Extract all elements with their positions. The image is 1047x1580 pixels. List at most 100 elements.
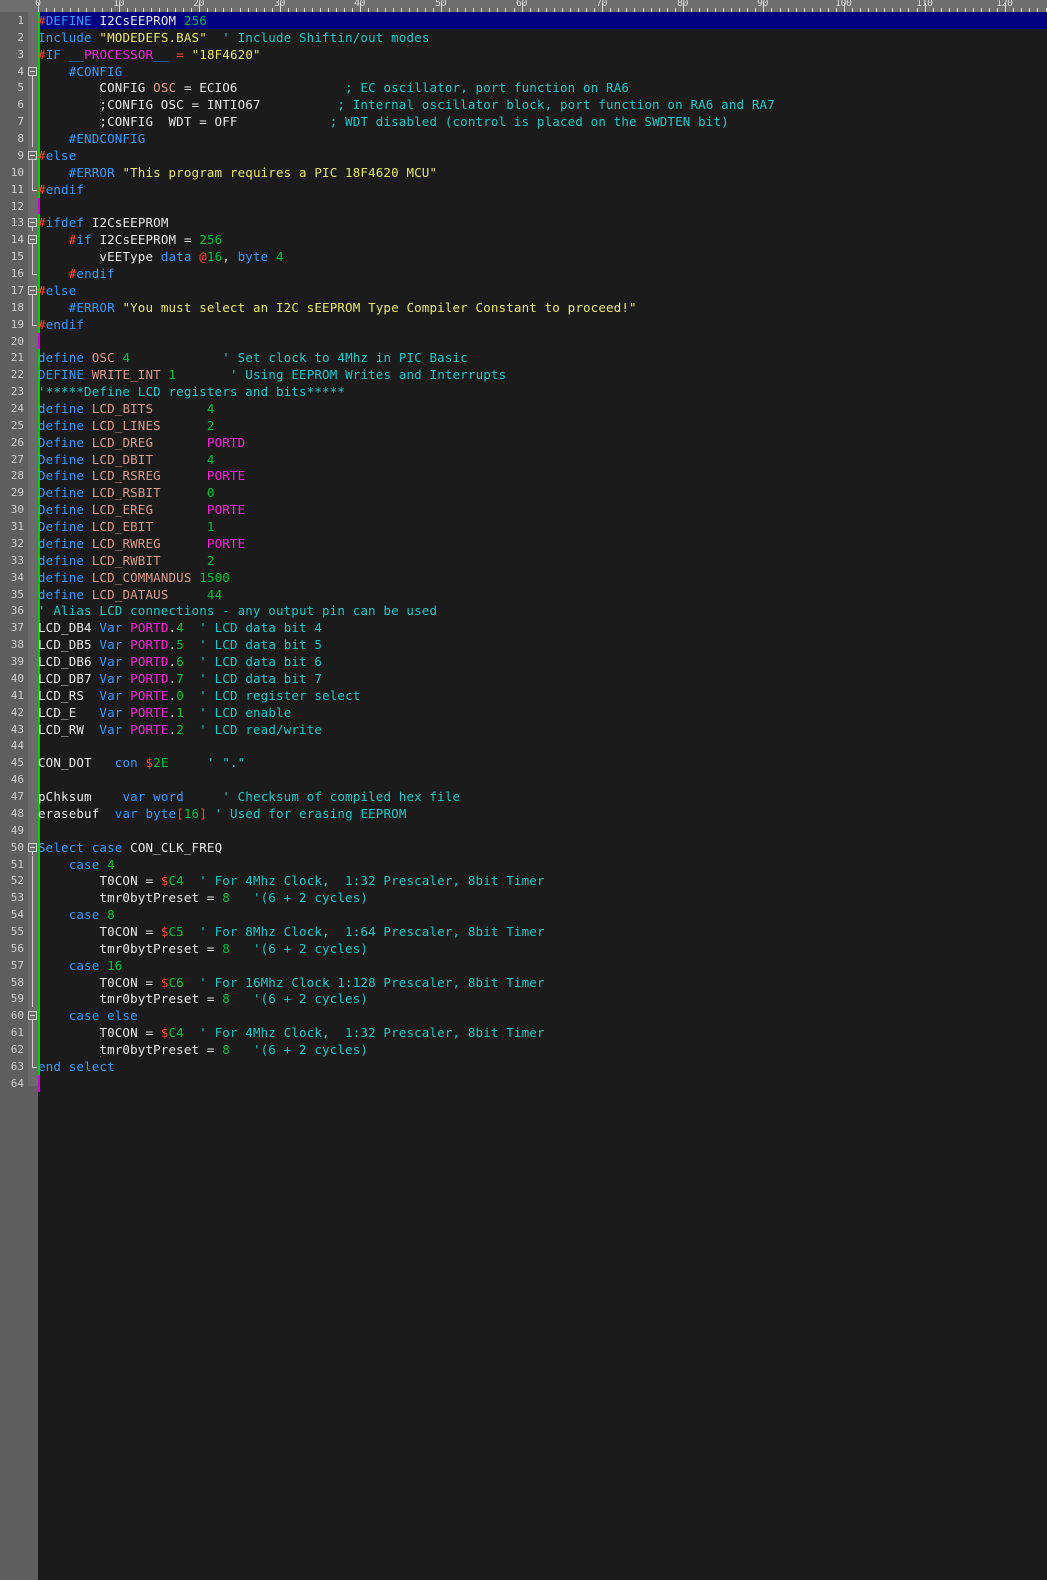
fold-collapse-icon[interactable] [28, 843, 37, 852]
code-text[interactable]: #else [38, 147, 76, 164]
code-text[interactable]: CONFIG OSC = ECIO6 ; EC oscillator, port… [38, 79, 629, 96]
code-text[interactable]: ' Alias LCD connections - any output pin… [38, 602, 437, 619]
code-text[interactable]: T0CON = $C5 ' For 8Mhz Clock, 1:64 Presc… [38, 923, 545, 940]
code-line[interactable]: 27Define LCD_DBIT 4 [0, 451, 1047, 468]
code-line[interactable]: 57 case 16 [0, 957, 1047, 974]
code-line[interactable]: 12 [0, 198, 1047, 215]
code-line[interactable]: 8 #ENDCONFIG [0, 130, 1047, 147]
code-line[interactable]: 35define LCD_DATAUS 44 [0, 586, 1047, 603]
fold-collapse-icon[interactable] [28, 67, 37, 76]
code-text[interactable]: LCD_DB7 Var PORTD.7 ' LCD data bit 7 [38, 670, 322, 687]
code-text[interactable]: LCD_DB6 Var PORTD.6 ' LCD data bit 6 [38, 653, 322, 670]
code-text[interactable]: #endif [38, 181, 84, 198]
code-text[interactable]: CON_DOT con $2E ' "." [38, 754, 245, 771]
code-text[interactable]: #if I2CsEEPROM = 256 [38, 231, 222, 248]
code-line[interactable]: 2Include "MODEDEFS.BAS" ' Include Shifti… [0, 29, 1047, 46]
code-text[interactable]: LCD_DB4 Var PORTD.4 ' LCD data bit 4 [38, 619, 322, 636]
code-text[interactable]: #IF __PROCESSOR__ = "18F4620" [38, 46, 261, 63]
code-line[interactable]: 22DEFINE WRITE_INT 1 ' Using EEPROM Writ… [0, 366, 1047, 383]
code-line[interactable]: 13#ifdef I2CsEEPROM [0, 214, 1047, 231]
code-text[interactable]: define LCD_RWBIT 2 [38, 552, 215, 569]
code-line[interactable]: 30Define LCD_EREG PORTE [0, 501, 1047, 518]
code-line[interactable]: 62 tmr0bytPreset = 8 '(6 + 2 cycles) [0, 1041, 1047, 1058]
code-text[interactable]: Define LCD_EREG PORTE [38, 501, 245, 518]
code-line[interactable]: 46 [0, 771, 1047, 788]
code-line[interactable]: 32define LCD_RWREG PORTE [0, 535, 1047, 552]
code-line[interactable]: 33define LCD_RWBIT 2 [0, 552, 1047, 569]
code-line[interactable]: 20 [0, 333, 1047, 350]
code-text[interactable]: '*****Define LCD registers and bits***** [38, 383, 345, 400]
code-line[interactable]: 7 ;CONFIG WDT = OFF ; WDT disabled (cont… [0, 113, 1047, 130]
code-line[interactable]: 49 [0, 822, 1047, 839]
code-line[interactable]: 42LCD_E Var PORTE.1 ' LCD enable [0, 704, 1047, 721]
code-line[interactable]: 59 tmr0bytPreset = 8 '(6 + 2 cycles) [0, 990, 1047, 1007]
code-text[interactable]: #ENDCONFIG [38, 130, 145, 147]
code-text[interactable]: #endif [38, 316, 84, 333]
code-text[interactable]: pChksum var word ' Checksum of compiled … [38, 788, 460, 805]
code-line[interactable]: 10 #ERROR "This program requires a PIC 1… [0, 164, 1047, 181]
code-line[interactable]: 4 #CONFIG [0, 63, 1047, 80]
code-line[interactable]: 60 case else [0, 1007, 1047, 1024]
code-line[interactable]: 63end select [0, 1058, 1047, 1075]
code-line[interactable]: 45CON_DOT con $2E ' "." [0, 754, 1047, 771]
code-text[interactable]: Define LCD_RSREG PORTE [38, 467, 245, 484]
code-text[interactable]: ;CONFIG OSC = INTIO67 ; Internal oscilla… [38, 96, 775, 113]
code-line[interactable]: 15 vEEType data @16, byte 4 [0, 248, 1047, 265]
code-text[interactable]: erasebuf var byte[16] ' Used for erasing… [38, 805, 407, 822]
code-line[interactable]: 37LCD_DB4 Var PORTD.4 ' LCD data bit 4 [0, 619, 1047, 636]
code-line[interactable]: 6 ;CONFIG OSC = INTIO67 ; Internal oscil… [0, 96, 1047, 113]
code-line[interactable]: 44 [0, 737, 1047, 754]
code-line[interactable]: 40LCD_DB7 Var PORTD.7 ' LCD data bit 7 [0, 670, 1047, 687]
code-text[interactable]: LCD_RS Var PORTE.0 ' LCD register select [38, 687, 360, 704]
code-line[interactable]: 18 #ERROR "You must select an I2C sEEPRO… [0, 299, 1047, 316]
code-line[interactable]: 41LCD_RS Var PORTE.0 ' LCD register sele… [0, 687, 1047, 704]
code-text[interactable]: tmr0bytPreset = 8 '(6 + 2 cycles) [38, 940, 368, 957]
code-line[interactable]: 1#DEFINE I2CsEEPROM 256 [0, 12, 1047, 29]
code-text[interactable]: Define LCD_RSBIT 0 [38, 484, 215, 501]
code-line[interactable]: 64 [0, 1075, 1047, 1092]
code-text[interactable]: define LCD_DATAUS 44 [38, 586, 222, 603]
code-text[interactable]: case else [38, 1007, 138, 1024]
fold-collapse-icon[interactable] [28, 286, 37, 295]
code-line[interactable]: 61 T0CON = $C4 ' For 4Mhz Clock, 1:32 Pr… [0, 1024, 1047, 1041]
fold-collapse-icon[interactable] [28, 235, 37, 244]
code-line[interactable]: 51 case 4 [0, 856, 1047, 873]
code-line[interactable]: 56 tmr0bytPreset = 8 '(6 + 2 cycles) [0, 940, 1047, 957]
code-line[interactable]: 53 tmr0bytPreset = 8 '(6 + 2 cycles) [0, 889, 1047, 906]
fold-collapse-icon[interactable] [28, 151, 37, 160]
code-line[interactable]: 16 #endif [0, 265, 1047, 282]
code-text[interactable]: #endif [38, 265, 115, 282]
code-line[interactable]: 47pChksum var word ' Checksum of compile… [0, 788, 1047, 805]
code-text[interactable]: ;CONFIG WDT = OFF ; WDT disabled (contro… [38, 113, 729, 130]
code-text[interactable]: case 4 [38, 856, 115, 873]
code-line[interactable]: 58 T0CON = $C6 ' For 16Mhz Clock 1:128 P… [0, 974, 1047, 991]
code-line[interactable]: 5 CONFIG OSC = ECIO6 ; EC oscillator, po… [0, 79, 1047, 96]
code-line[interactable]: 19#endif [0, 316, 1047, 333]
code-line[interactable]: 29Define LCD_RSBIT 0 [0, 484, 1047, 501]
code-line[interactable]: 9#else [0, 147, 1047, 164]
code-line[interactable]: 54 case 8 [0, 906, 1047, 923]
code-text[interactable]: Define LCD_DREG PORTD [38, 434, 245, 451]
code-line[interactable]: 11#endif [0, 181, 1047, 198]
code-text[interactable]: #ERROR "This program requires a PIC 18F4… [38, 164, 437, 181]
code-editor[interactable]: 1#DEFINE I2CsEEPROM 2562Include "MODEDEF… [0, 12, 1047, 1580]
code-text[interactable]: tmr0bytPreset = 8 '(6 + 2 cycles) [38, 889, 368, 906]
code-line[interactable]: 31Define LCD_EBIT 1 [0, 518, 1047, 535]
code-line[interactable]: 26Define LCD_DREG PORTD [0, 434, 1047, 451]
code-text[interactable]: Define LCD_DBIT 4 [38, 451, 215, 468]
code-line[interactable]: 21define OSC 4 ' Set clock to 4Mhz in PI… [0, 349, 1047, 366]
code-text[interactable]: T0CON = $C4 ' For 4Mhz Clock, 1:32 Presc… [38, 872, 545, 889]
code-line[interactable]: 55 T0CON = $C5 ' For 8Mhz Clock, 1:64 Pr… [0, 923, 1047, 940]
code-text[interactable]: define LCD_LINES 2 [38, 417, 215, 434]
code-line[interactable]: 39LCD_DB6 Var PORTD.6 ' LCD data bit 6 [0, 653, 1047, 670]
code-text[interactable]: Include "MODEDEFS.BAS" ' Include Shiftin… [38, 29, 430, 46]
code-text[interactable]: T0CON = $C4 ' For 4Mhz Clock, 1:32 Presc… [38, 1024, 545, 1041]
code-text[interactable]: Select case CON_CLK_FREQ [38, 839, 222, 856]
code-text[interactable]: case 16 [38, 957, 122, 974]
code-line[interactable]: 43LCD_RW Var PORTE.2 ' LCD read/write [0, 721, 1047, 738]
code-line[interactable]: 34define LCD_COMMANDUS 1500 [0, 569, 1047, 586]
code-text[interactable]: #ERROR "You must select an I2C sEEPROM T… [38, 299, 637, 316]
code-line[interactable]: 14 #if I2CsEEPROM = 256 [0, 231, 1047, 248]
code-text[interactable]: tmr0bytPreset = 8 '(6 + 2 cycles) [38, 1041, 368, 1058]
code-line[interactable]: 52 T0CON = $C4 ' For 4Mhz Clock, 1:32 Pr… [0, 872, 1047, 889]
